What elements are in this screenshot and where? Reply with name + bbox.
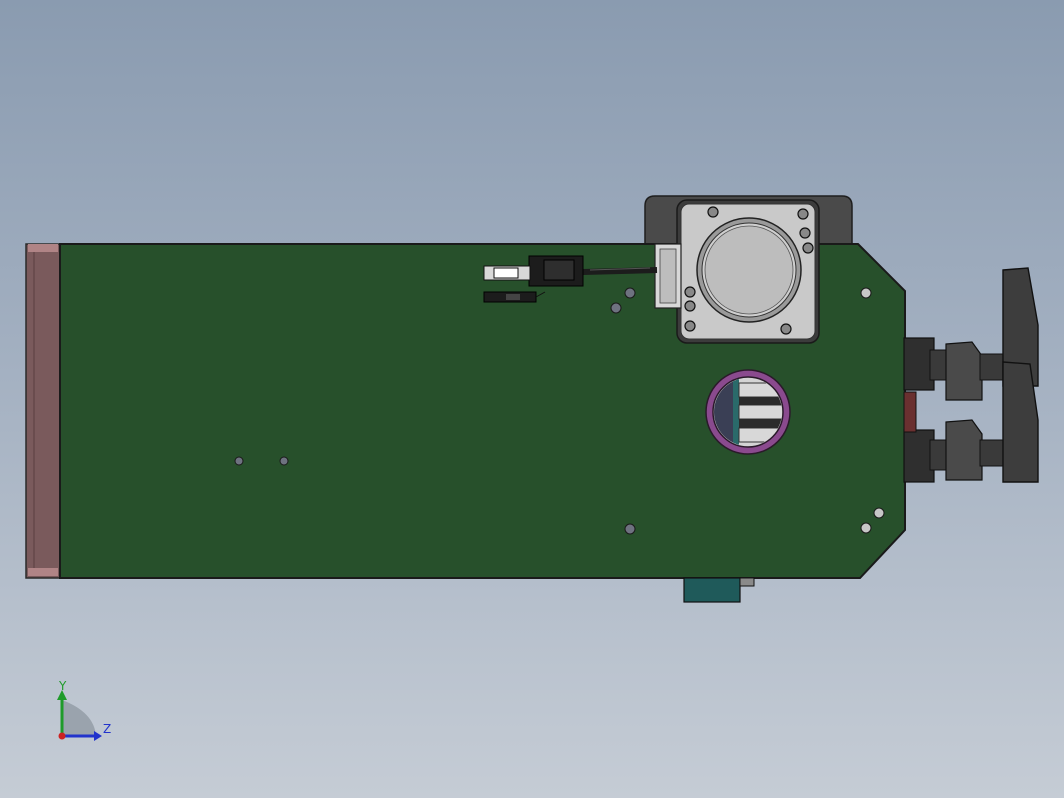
inspection-window[interactable] — [705, 369, 791, 455]
y-axis-label: Y — [58, 679, 67, 693]
left-end-block[interactable] — [25, 243, 61, 579]
x-axis-dot — [58, 732, 66, 740]
z-axis-label: Z — [103, 722, 111, 736]
orientation-triad[interactable]: Y Z — [57, 679, 111, 741]
cad-viewport[interactable]: Y Z — [0, 0, 1064, 798]
stepper-motor[interactable] — [654, 199, 820, 344]
bottom-teal-block[interactable] — [683, 577, 755, 603]
clamp-knob-assembly[interactable] — [903, 267, 1039, 483]
assembly-model[interactable]: Y Z — [0, 0, 1064, 798]
